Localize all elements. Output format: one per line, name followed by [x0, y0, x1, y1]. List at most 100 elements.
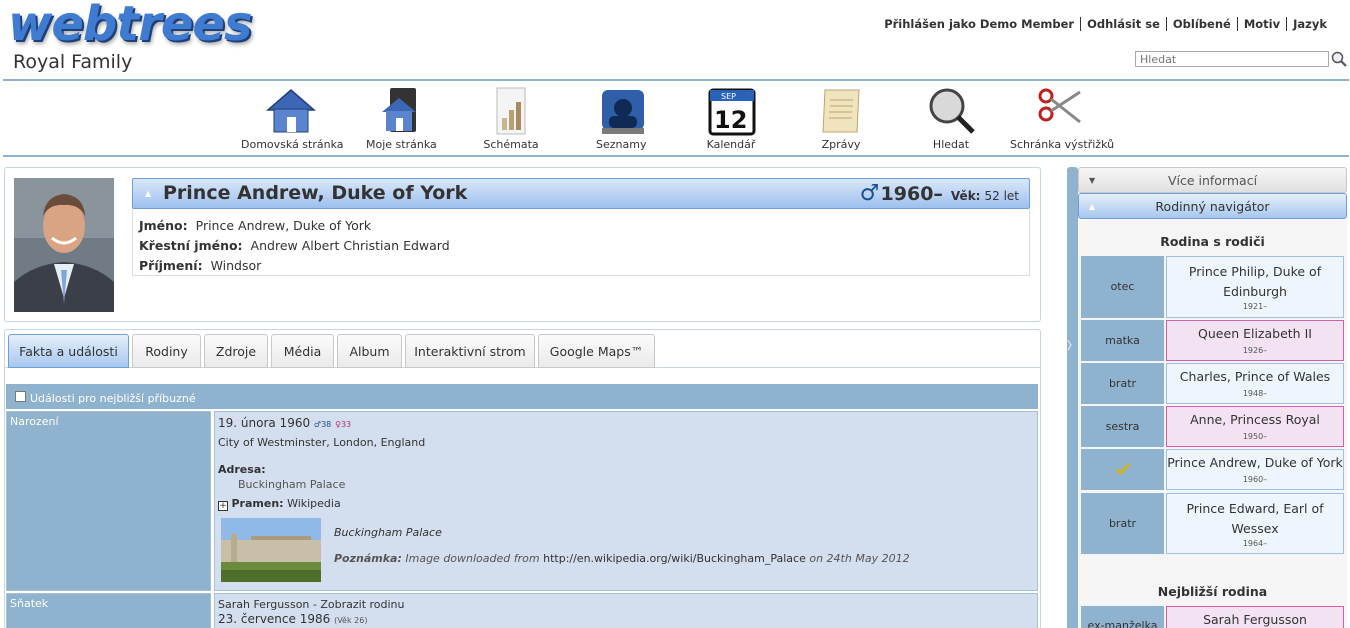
note-link[interactable]: http://en.wikipedia.org/wiki/Buckingham_…	[543, 552, 806, 565]
marriage-date[interactable]: 23. července 1986	[218, 612, 330, 626]
address-value: Buckingham Palace	[238, 478, 346, 491]
logged-in-user-link[interactable]: Přihlášen jako Demo Member	[878, 17, 1080, 31]
tab-media[interactable]: Média	[271, 334, 334, 368]
buckingham-palace-thumbnail[interactable]	[221, 518, 321, 582]
reports-icon	[822, 89, 860, 133]
person-name: Prince Andrew, Duke of York	[163, 182, 468, 204]
magnifier-icon	[929, 88, 975, 134]
menu-my-page-label: Moje stránka	[366, 138, 437, 151]
father-age: ♂38	[313, 420, 332, 429]
menu-lists-label: Seznamy	[596, 138, 647, 151]
relatives-events-label[interactable]: Události pro nejbližší příbuzné	[30, 392, 196, 405]
tab-interactive-tree[interactable]: Interaktivní strom	[405, 334, 535, 368]
fact-birth-label: Narození	[6, 411, 211, 591]
person-box-years: 1964–	[1242, 539, 1268, 548]
my-page-icon	[382, 88, 416, 132]
tab-album[interactable]: Album	[337, 334, 402, 368]
person-box-name: Anne, Princess Royal	[1190, 412, 1320, 427]
person-box-brother[interactable]: Charles, Prince of Wales 1948–	[1166, 363, 1344, 404]
accordion-more-info[interactable]: ▼ Více informací	[1078, 167, 1347, 193]
person-box-brother[interactable]: Prince Edward, Earl of Wessex 1964–	[1166, 493, 1344, 554]
header-divider	[3, 79, 1349, 81]
relation-sister: sestra	[1081, 406, 1164, 447]
menu-search[interactable]: Hledat	[925, 84, 977, 151]
relation-self	[1081, 449, 1164, 490]
menu-reports[interactable]: Zprávy	[815, 84, 867, 151]
tab-google-maps[interactable]: Google Maps™	[538, 334, 655, 368]
person-photo[interactable]	[14, 178, 114, 312]
person-box-name: Prince Andrew, Duke of York	[1167, 455, 1343, 470]
note-text-2: on 24th May 2012	[809, 552, 910, 565]
media-title[interactable]: Buckingham Palace	[334, 526, 442, 539]
menu-lists[interactable]: Seznamy	[596, 84, 646, 151]
tab-facts-events[interactable]: Fakta a události	[8, 334, 129, 368]
detail-value: Andrew Albert Christian Edward	[250, 238, 450, 253]
language-menu[interactable]: Jazyk	[1286, 17, 1333, 31]
search-icon[interactable]	[1331, 51, 1347, 67]
tab-families[interactable]: Rodiny	[132, 334, 201, 368]
collapse-triangle-icon: ▲	[1089, 202, 1096, 211]
birth-date[interactable]: 19. února 1960	[218, 416, 310, 430]
menu-reports-label: Zprávy	[821, 138, 861, 151]
calendar-icon: SEP 12	[708, 88, 756, 136]
theme-menu[interactable]: Motiv	[1236, 17, 1286, 31]
person-box-mother[interactable]: Queen Elizabeth II 1926–	[1166, 320, 1344, 361]
tab-sources[interactable]: Zdroje	[204, 334, 268, 368]
person-box-years: 1926–	[1242, 346, 1268, 355]
charts-icon	[496, 87, 526, 135]
person-box-father[interactable]: Prince Philip, Duke of Edinburgh 1921–	[1166, 256, 1344, 318]
person-box-self[interactable]: Prince Andrew, Duke of York 1960–	[1166, 449, 1344, 490]
source-row: + Pramen: Wikipedia	[218, 497, 341, 511]
fact-birth-value: 19. února 1960 ♂38 ♀33 City of Westminst…	[214, 411, 1038, 591]
collapse-triangle-icon[interactable]: ▲	[145, 189, 151, 198]
calendar-icon-month: SEP	[721, 92, 736, 101]
clippings-icon	[1038, 88, 1081, 124]
name-details: Jméno: Prince Andrew, Duke of York Křest…	[132, 209, 1030, 276]
menu-calendar[interactable]: SEP 12 Kalendář	[705, 84, 757, 151]
menu-home[interactable]: Domovská stránka	[241, 84, 344, 151]
fact-marriage-value: Sarah Fergusson - Zobrazit rodinu 23. če…	[214, 593, 1038, 628]
detail-label: Příjmení:	[139, 258, 203, 273]
relation-brother: bratr	[1081, 493, 1164, 554]
portrait-image	[14, 178, 114, 312]
expand-triangle-icon: ▼	[1089, 176, 1096, 185]
menu-home-label: Domovská stránka	[241, 138, 344, 151]
fact-marriage-label: Sňatek	[6, 593, 211, 628]
relation-mother: matka	[1081, 320, 1164, 361]
chevron-right-icon: 〉	[1067, 339, 1078, 352]
person-box-years: 1960–	[1242, 475, 1268, 484]
detail-value: Prince Andrew, Duke of York	[195, 218, 372, 233]
person-box-name: Sarah Fergusson	[1203, 612, 1307, 627]
favorites-menu[interactable]: Oblíbené	[1165, 17, 1237, 31]
age-value: 52 let	[984, 189, 1019, 203]
marriage-spouse-link[interactable]: Sarah Fergusson - Zobrazit rodinu	[218, 598, 405, 611]
relatives-events-checkbox[interactable]	[15, 391, 26, 402]
person-box-name: Prince Edward, Earl of Wessex	[1186, 501, 1324, 536]
male-icon: ♂	[859, 181, 880, 206]
person-box-ex-wife[interactable]: Sarah Fergusson	[1166, 606, 1344, 628]
menu-my-page[interactable]: Moje stránka	[366, 84, 437, 151]
relation-ex-wife: ex-manželka	[1081, 606, 1164, 628]
webtrees-logo[interactable]: webtrees	[8, 0, 253, 48]
birth-place[interactable]: City of Westminster, London, England	[218, 436, 425, 449]
accordion-more-info-label: Více informací	[1167, 173, 1258, 188]
person-box-sister[interactable]: Anne, Princess Royal 1950–	[1166, 406, 1344, 447]
note-label: Poznámka:	[334, 552, 402, 565]
menu-charts[interactable]: Schémata	[483, 84, 539, 151]
logout-link[interactable]: Odhlásit se	[1080, 17, 1166, 31]
detail-label: Jméno:	[139, 218, 188, 233]
checkmark-icon	[1116, 463, 1130, 475]
expand-plus-icon[interactable]: +	[218, 501, 228, 511]
menu-clippings-label: Schránka výstřižků	[1010, 138, 1115, 151]
site-title[interactable]: Royal Family	[13, 51, 132, 73]
note-text-1: Image downloaded from	[405, 552, 540, 565]
person-box-name: Charles, Prince of Wales	[1179, 369, 1331, 384]
accordion-family-navigator[interactable]: ▲ Rodinný navigátor	[1078, 193, 1347, 219]
sidebar-toggle-bar[interactable]: 〉	[1067, 167, 1078, 628]
person-name-bar[interactable]: ▲ Prince Andrew, Duke of York ♂ 1960– Vě…	[132, 178, 1030, 209]
calendar-icon-day: 12	[714, 106, 747, 134]
source-link[interactable]: Wikipedia	[287, 497, 341, 510]
menu-clippings[interactable]: Schránka výstřižků	[1010, 84, 1115, 151]
age-label: Věk:	[950, 189, 981, 203]
header-search-input[interactable]	[1135, 51, 1329, 67]
